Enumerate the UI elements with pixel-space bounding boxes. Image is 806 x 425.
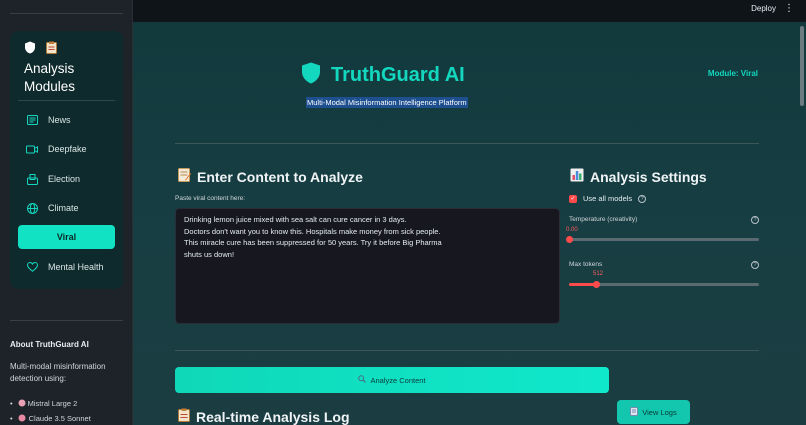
max-tokens-slider-thumb[interactable]: [592, 280, 600, 288]
deploy-button[interactable]: Deploy: [751, 4, 776, 13]
view-logs-button[interactable]: View Logs: [617, 400, 690, 424]
use-all-models-row[interactable]: ✓ Use all models ?: [569, 194, 647, 203]
temperature-slider-thumb[interactable]: [565, 235, 573, 243]
brain-icon: [18, 399, 26, 409]
sidebar-divider: [10, 320, 123, 321]
kebab-menu-icon[interactable]: ⋮: [784, 3, 794, 15]
modules-card: Analysis Modules News Deepfake Election …: [10, 31, 123, 289]
clipboard-icon: [46, 41, 57, 57]
shield-icon: [24, 41, 36, 57]
content-textarea[interactable]: Drinking lemon juice mixed with sea salt…: [175, 208, 560, 324]
sidebar-divider: [10, 13, 123, 14]
list-item: Claude 3.5 Sonnet: [10, 411, 91, 425]
clipboard-icon: [178, 408, 190, 425]
modules-divider: [18, 100, 115, 101]
sidebar-item-deepfake[interactable]: Deepfake: [18, 137, 115, 161]
temperature-slider[interactable]: [565, 235, 759, 243]
app-subtitle: Multi-Modal Misinformation Intelligence …: [306, 97, 468, 108]
sidebar-item-news[interactable]: News: [18, 108, 115, 132]
app-header: TruthGuard AI: [301, 62, 465, 89]
temperature-value: 0.00: [566, 227, 578, 233]
heart-icon: [26, 261, 38, 273]
content-section-title: Enter Content to Analyze: [178, 168, 363, 185]
divider: [175, 350, 759, 351]
list-item: Mistral Large 2: [10, 396, 91, 411]
about-description: Multi-modal misinformation detection usi…: [10, 362, 106, 383]
modules-title: Analysis Modules: [24, 61, 76, 94]
use-all-models-checkbox[interactable]: ✓: [569, 194, 577, 203]
newspaper-icon: [26, 114, 38, 126]
logs-icon: [630, 406, 639, 418]
sidebar-item-climate[interactable]: Climate: [18, 196, 115, 220]
memo-icon: [178, 168, 191, 185]
help-icon[interactable]: ?: [751, 216, 759, 224]
top-bar: Deploy ⋮: [133, 0, 806, 22]
about-title: About TruthGuard AI: [10, 340, 89, 349]
analyze-button[interactable]: Analyze Content: [175, 367, 609, 393]
sidebar-item-election[interactable]: Election: [18, 167, 115, 191]
content-field-label: Paste viral content here:: [175, 195, 246, 202]
max-tokens-slider[interactable]: [569, 280, 759, 288]
help-icon[interactable]: ?: [638, 194, 647, 203]
divider: [175, 143, 759, 144]
max-tokens-label: Max tokens: [569, 261, 603, 268]
magnifier-icon: [358, 375, 367, 385]
max-tokens-value: 512: [593, 271, 604, 277]
main-content: TruthGuard AI Multi-Modal Misinformation…: [133, 22, 806, 425]
module-label: Module: Viral: [707, 69, 758, 78]
bar-chart-icon: [570, 168, 584, 185]
sidebar-item-viral[interactable]: Viral: [18, 225, 115, 249]
temperature-label: Temperature (creativity): [569, 216, 638, 223]
sidebar: Analysis Modules News Deepfake Election …: [0, 0, 133, 425]
settings-section-title: Analysis Settings: [570, 168, 707, 185]
video-camera-icon: [26, 143, 38, 155]
help-icon[interactable]: ?: [751, 261, 759, 269]
shield-icon: [301, 62, 321, 89]
app-title: TruthGuard AI: [331, 64, 465, 86]
sidebar-item-mental-health[interactable]: Mental Health: [18, 255, 115, 279]
globe-icon: [26, 202, 38, 214]
scrollbar[interactable]: [800, 26, 804, 106]
ballot-box-icon: [26, 173, 38, 185]
brain-icon: [18, 414, 26, 424]
model-list: Mistral Large 2 Claude 3.5 Sonnet: [10, 396, 91, 425]
log-section-title: Real-time Analysis Log: [178, 408, 350, 425]
slider-fill: [569, 283, 596, 286]
